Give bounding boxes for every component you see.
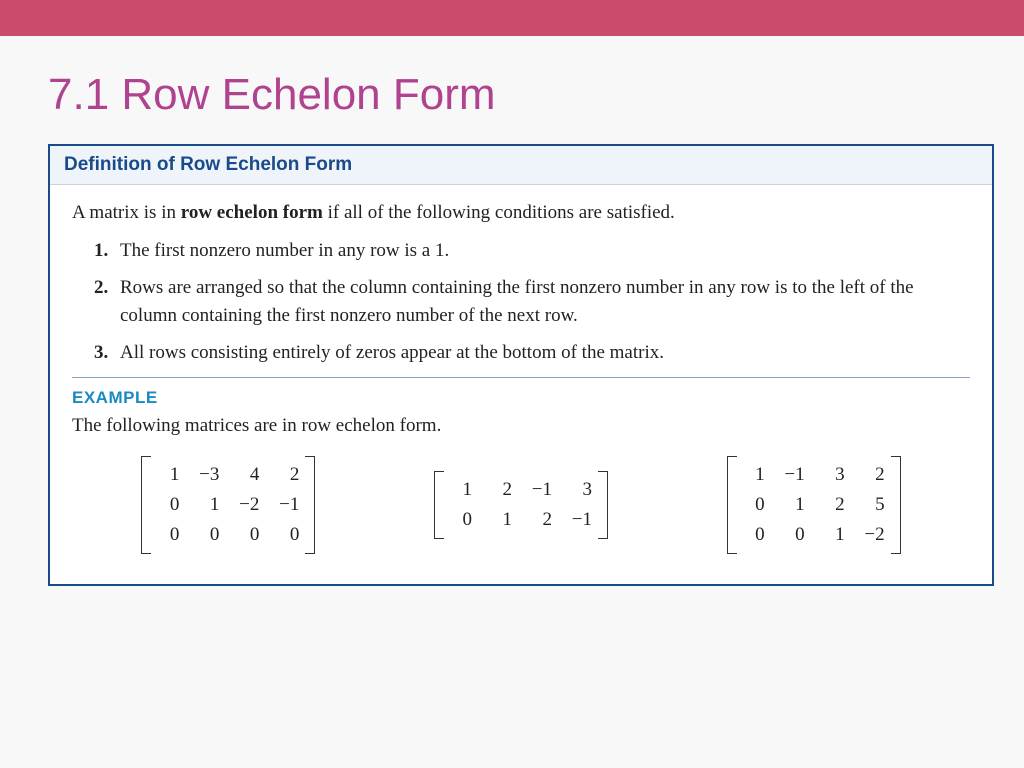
intro-pre: A matrix is in bbox=[72, 202, 181, 223]
condition-number: 3. bbox=[94, 339, 120, 367]
matrix-cell: −3 bbox=[197, 461, 219, 489]
definition-box: Definition of Row Echelon Form A matrix … bbox=[48, 144, 994, 586]
matrix-cell: 1 bbox=[823, 521, 845, 549]
matrix-cell: 1 bbox=[197, 491, 219, 519]
condition-text: All rows consisting entirely of zeros ap… bbox=[120, 339, 970, 367]
page-title: 7.1 Row Echelon Form bbox=[0, 36, 1024, 144]
matrix-3: 1−1320125001−2 bbox=[727, 456, 901, 554]
example-label: EXAMPLE bbox=[72, 386, 970, 411]
matrix-cell: −1 bbox=[783, 461, 805, 489]
matrix-cell: 3 bbox=[823, 461, 845, 489]
matrix-cell: 1 bbox=[743, 461, 765, 489]
matrix-body: 1−1320125001−2 bbox=[737, 456, 891, 554]
matrix-cell: −1 bbox=[277, 491, 299, 519]
condition-item: 1. The first nonzero number in any row i… bbox=[94, 237, 970, 265]
example-intro: The following matrices are in row echelo… bbox=[72, 412, 970, 440]
matrix-cell: 1 bbox=[783, 491, 805, 519]
matrix-cell: 2 bbox=[277, 461, 299, 489]
matrix-cell: 0 bbox=[743, 491, 765, 519]
matrix-body: 1−34201−2−10000 bbox=[151, 456, 305, 554]
matrix-cell: 1 bbox=[490, 506, 512, 534]
matrix-cell: 2 bbox=[490, 476, 512, 504]
matrix-cell: 5 bbox=[863, 491, 885, 519]
condition-text: Rows are arranged so that the column con… bbox=[120, 274, 970, 329]
matrix-cell: 3 bbox=[570, 476, 592, 504]
matrix-cell: −1 bbox=[570, 506, 592, 534]
left-bracket-icon bbox=[434, 471, 444, 539]
divider bbox=[72, 377, 970, 378]
intro-bold: row echelon form bbox=[181, 202, 323, 223]
condition-item: 3. All rows consisting entirely of zeros… bbox=[94, 339, 970, 367]
matrix-cell: 4 bbox=[237, 461, 259, 489]
condition-number: 1. bbox=[94, 237, 120, 265]
conditions-list: 1. The first nonzero number in any row i… bbox=[72, 237, 970, 367]
condition-text: The first nonzero number in any row is a… bbox=[120, 237, 970, 265]
left-bracket-icon bbox=[727, 456, 737, 554]
matrix-1: 1−34201−2−10000 bbox=[141, 456, 315, 554]
condition-number: 2. bbox=[94, 274, 120, 329]
condition-item: 2. Rows are arranged so that the column … bbox=[94, 274, 970, 329]
matrix-cell: 0 bbox=[157, 521, 179, 549]
matrix-cell: 2 bbox=[530, 506, 552, 534]
definition-header: Definition of Row Echelon Form bbox=[50, 146, 992, 185]
matrix-cell: 0 bbox=[783, 521, 805, 549]
right-bracket-icon bbox=[598, 471, 608, 539]
matrix-cell: 0 bbox=[450, 506, 472, 534]
right-bracket-icon bbox=[305, 456, 315, 554]
matrix-cell: −2 bbox=[237, 491, 259, 519]
matrix-body: 12−13012−1 bbox=[444, 471, 598, 539]
matrices-row: 1−34201−2−10000 12−13012−1 1−1320125001−… bbox=[72, 452, 970, 570]
intro-post: if all of the following conditions are s… bbox=[323, 202, 675, 223]
right-bracket-icon bbox=[891, 456, 901, 554]
matrix-cell: 0 bbox=[197, 521, 219, 549]
matrix-cell: −1 bbox=[530, 476, 552, 504]
matrix-2: 12−13012−1 bbox=[434, 471, 608, 539]
matrix-cell: 1 bbox=[157, 461, 179, 489]
definition-intro: A matrix is in row echelon form if all o… bbox=[72, 199, 970, 227]
left-bracket-icon bbox=[141, 456, 151, 554]
matrix-cell: 0 bbox=[157, 491, 179, 519]
matrix-cell: 2 bbox=[823, 491, 845, 519]
matrix-cell: 0 bbox=[237, 521, 259, 549]
matrix-cell: 0 bbox=[743, 521, 765, 549]
definition-body: A matrix is in row echelon form if all o… bbox=[50, 185, 992, 584]
matrix-cell: 0 bbox=[277, 521, 299, 549]
matrix-cell: 2 bbox=[863, 461, 885, 489]
matrix-cell: 1 bbox=[450, 476, 472, 504]
accent-top-bar bbox=[0, 0, 1024, 36]
matrix-cell: −2 bbox=[863, 521, 885, 549]
